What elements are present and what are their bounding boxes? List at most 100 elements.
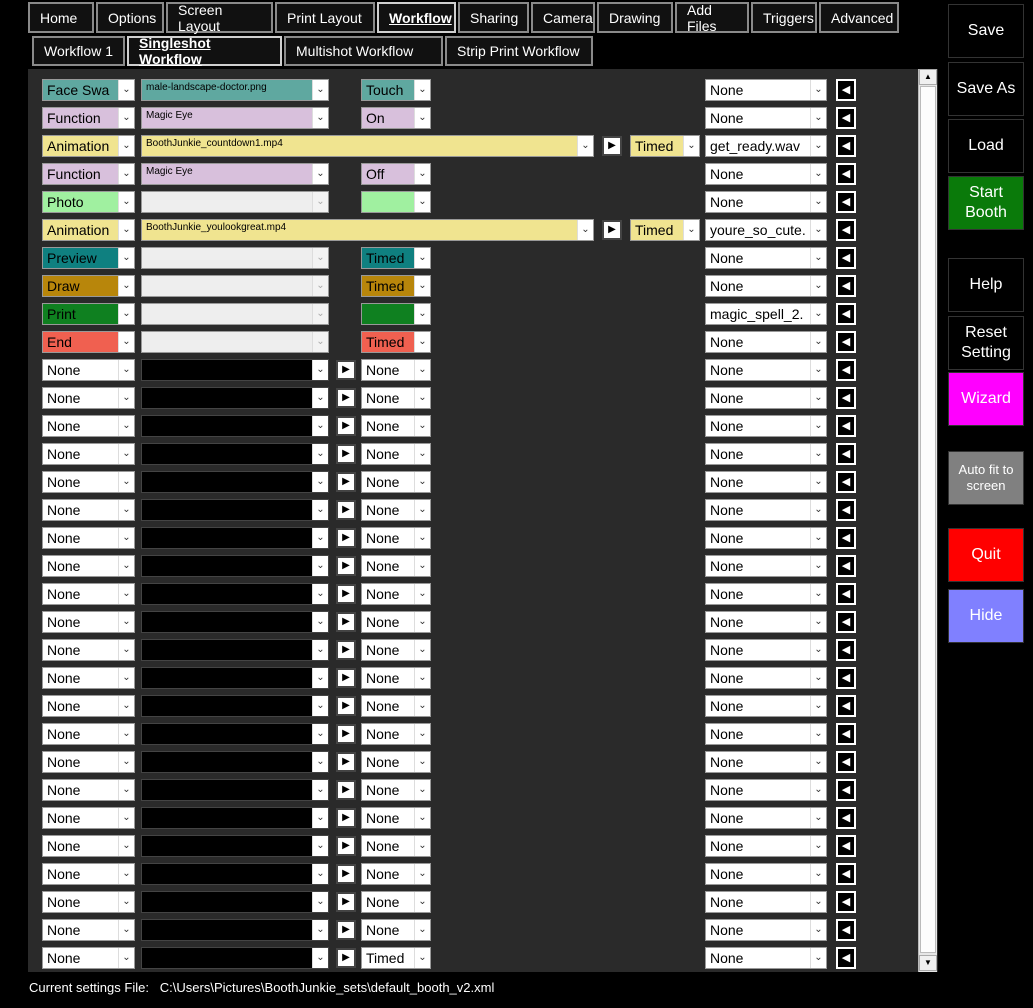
speaker-icon[interactable]: ◀ [836, 499, 856, 521]
media-file-select[interactable]: ⌄ [141, 303, 329, 325]
speaker-icon[interactable]: ◀ [836, 555, 856, 577]
speaker-icon[interactable]: ◀ [836, 723, 856, 745]
media-file-select[interactable]: ⌄ [141, 835, 329, 857]
chevron-down-icon[interactable]: ⌄ [312, 948, 328, 968]
sound-select[interactable]: None ⌄ [705, 667, 827, 689]
chevron-down-icon[interactable]: ⌄ [810, 724, 826, 744]
sound-select[interactable]: None ⌄ [705, 555, 827, 577]
chevron-down-icon[interactable]: ⌄ [312, 584, 328, 604]
chevron-down-icon[interactable]: ⌄ [312, 640, 328, 660]
play-preview-icon[interactable]: ▶ [336, 920, 356, 940]
sound-select[interactable]: None ⌄ [705, 947, 827, 969]
chevron-down-icon[interactable]: ⌄ [810, 780, 826, 800]
chevron-down-icon[interactable]: ⌄ [810, 808, 826, 828]
vertical-scrollbar[interactable]: ▲ ▼ [918, 69, 937, 972]
sound-select[interactable]: None ⌄ [705, 415, 827, 437]
action-select[interactable]: Function ⌄ [42, 163, 135, 185]
media-file-select[interactable]: male-landscape-doctor.png ⌄ [141, 79, 329, 101]
action-select[interactable]: None ⌄ [42, 415, 135, 437]
chevron-down-icon[interactable]: ⌄ [414, 948, 430, 968]
action-select[interactable]: Animation ⌄ [42, 219, 135, 241]
media-file-select[interactable]: ⌄ [141, 919, 329, 941]
action-select[interactable]: None ⌄ [42, 387, 135, 409]
play-preview-icon[interactable]: ▶ [336, 416, 356, 436]
trigger-select[interactable]: On ⌄ [361, 107, 431, 129]
media-file-select[interactable]: ⌄ [141, 191, 329, 213]
sound-select[interactable]: None ⌄ [705, 919, 827, 941]
trigger-select[interactable]: Timed ⌄ [630, 219, 700, 241]
media-file-select[interactable]: ⌄ [141, 723, 329, 745]
chevron-down-icon[interactable]: ⌄ [810, 752, 826, 772]
speaker-icon[interactable]: ◀ [836, 219, 856, 241]
trigger-select[interactable]: Timed ⌄ [361, 247, 431, 269]
media-file-select[interactable]: ⌄ [141, 891, 329, 913]
sound-select[interactable]: None ⌄ [705, 163, 827, 185]
chevron-down-icon[interactable]: ⌄ [118, 332, 134, 352]
speaker-icon[interactable]: ◀ [836, 331, 856, 353]
sound-select[interactable]: None ⌄ [705, 835, 827, 857]
media-file-select[interactable]: ⌄ [141, 359, 329, 381]
chevron-down-icon[interactable]: ⌄ [118, 668, 134, 688]
play-preview-icon[interactable]: ▶ [336, 808, 356, 828]
chevron-down-icon[interactable]: ⌄ [312, 472, 328, 492]
media-file-select[interactable]: ⌄ [141, 331, 329, 353]
chevron-down-icon[interactable]: ⌄ [414, 724, 430, 744]
chevron-down-icon[interactable]: ⌄ [312, 108, 328, 128]
media-file-select[interactable]: ⌄ [141, 695, 329, 717]
chevron-down-icon[interactable]: ⌄ [118, 80, 134, 100]
speaker-icon[interactable]: ◀ [836, 807, 856, 829]
speaker-icon[interactable]: ◀ [836, 527, 856, 549]
play-preview-icon[interactable]: ▶ [336, 752, 356, 772]
speaker-icon[interactable]: ◀ [836, 387, 856, 409]
play-preview-icon[interactable]: ▶ [336, 836, 356, 856]
action-select[interactable]: None ⌄ [42, 667, 135, 689]
chevron-down-icon[interactable]: ⌄ [810, 360, 826, 380]
chevron-down-icon[interactable]: ⌄ [118, 360, 134, 380]
load-button[interactable]: Load [948, 119, 1024, 173]
action-select[interactable]: Photo ⌄ [42, 191, 135, 213]
chevron-down-icon[interactable]: ⌄ [683, 220, 699, 240]
sound-select[interactable]: None ⌄ [705, 779, 827, 801]
chevron-down-icon[interactable]: ⌄ [810, 668, 826, 688]
speaker-icon[interactable]: ◀ [836, 135, 856, 157]
action-select[interactable]: Print ⌄ [42, 303, 135, 325]
speaker-icon[interactable]: ◀ [836, 275, 856, 297]
sound-select[interactable]: None ⌄ [705, 247, 827, 269]
trigger-select[interactable]: ⌄ [361, 191, 431, 213]
chevron-down-icon[interactable]: ⌄ [312, 360, 328, 380]
subtab-workflow-1[interactable]: Workflow 1 [32, 36, 125, 66]
speaker-icon[interactable]: ◀ [836, 891, 856, 913]
chevron-down-icon[interactable]: ⌄ [118, 920, 134, 940]
play-preview-icon[interactable]: ▶ [336, 668, 356, 688]
quit-button[interactable]: Quit [948, 528, 1024, 582]
chevron-down-icon[interactable]: ⌄ [414, 864, 430, 884]
media-file-select[interactable]: ⌄ [141, 611, 329, 633]
trigger-select[interactable]: Timed ⌄ [361, 947, 431, 969]
chevron-down-icon[interactable]: ⌄ [118, 640, 134, 660]
chevron-down-icon[interactable]: ⌄ [414, 80, 430, 100]
chevron-down-icon[interactable]: ⌄ [577, 136, 593, 156]
speaker-icon[interactable]: ◀ [836, 695, 856, 717]
chevron-down-icon[interactable]: ⌄ [414, 668, 430, 688]
chevron-down-icon[interactable]: ⌄ [312, 920, 328, 940]
tab-triggers[interactable]: Triggers [751, 2, 817, 33]
chevron-down-icon[interactable]: ⌄ [414, 416, 430, 436]
media-file-select[interactable]: ⌄ [141, 527, 329, 549]
trigger-select[interactable]: Timed ⌄ [630, 135, 700, 157]
media-file-select[interactable]: ⌄ [141, 443, 329, 465]
speaker-icon[interactable]: ◀ [836, 667, 856, 689]
chevron-down-icon[interactable]: ⌄ [810, 136, 826, 156]
action-select[interactable]: Preview ⌄ [42, 247, 135, 269]
sound-select[interactable]: None ⌄ [705, 443, 827, 465]
chevron-down-icon[interactable]: ⌄ [414, 164, 430, 184]
chevron-down-icon[interactable]: ⌄ [810, 528, 826, 548]
action-select[interactable]: None ⌄ [42, 499, 135, 521]
chevron-down-icon[interactable]: ⌄ [118, 948, 134, 968]
chevron-down-icon[interactable]: ⌄ [414, 248, 430, 268]
play-preview-icon[interactable]: ▶ [336, 892, 356, 912]
chevron-down-icon[interactable]: ⌄ [810, 584, 826, 604]
chevron-down-icon[interactable]: ⌄ [312, 304, 328, 324]
action-select[interactable]: None ⌄ [42, 527, 135, 549]
speaker-icon[interactable]: ◀ [836, 611, 856, 633]
media-file-select[interactable]: BoothJunkie_youlookgreat.mp4 ⌄ [141, 219, 594, 241]
